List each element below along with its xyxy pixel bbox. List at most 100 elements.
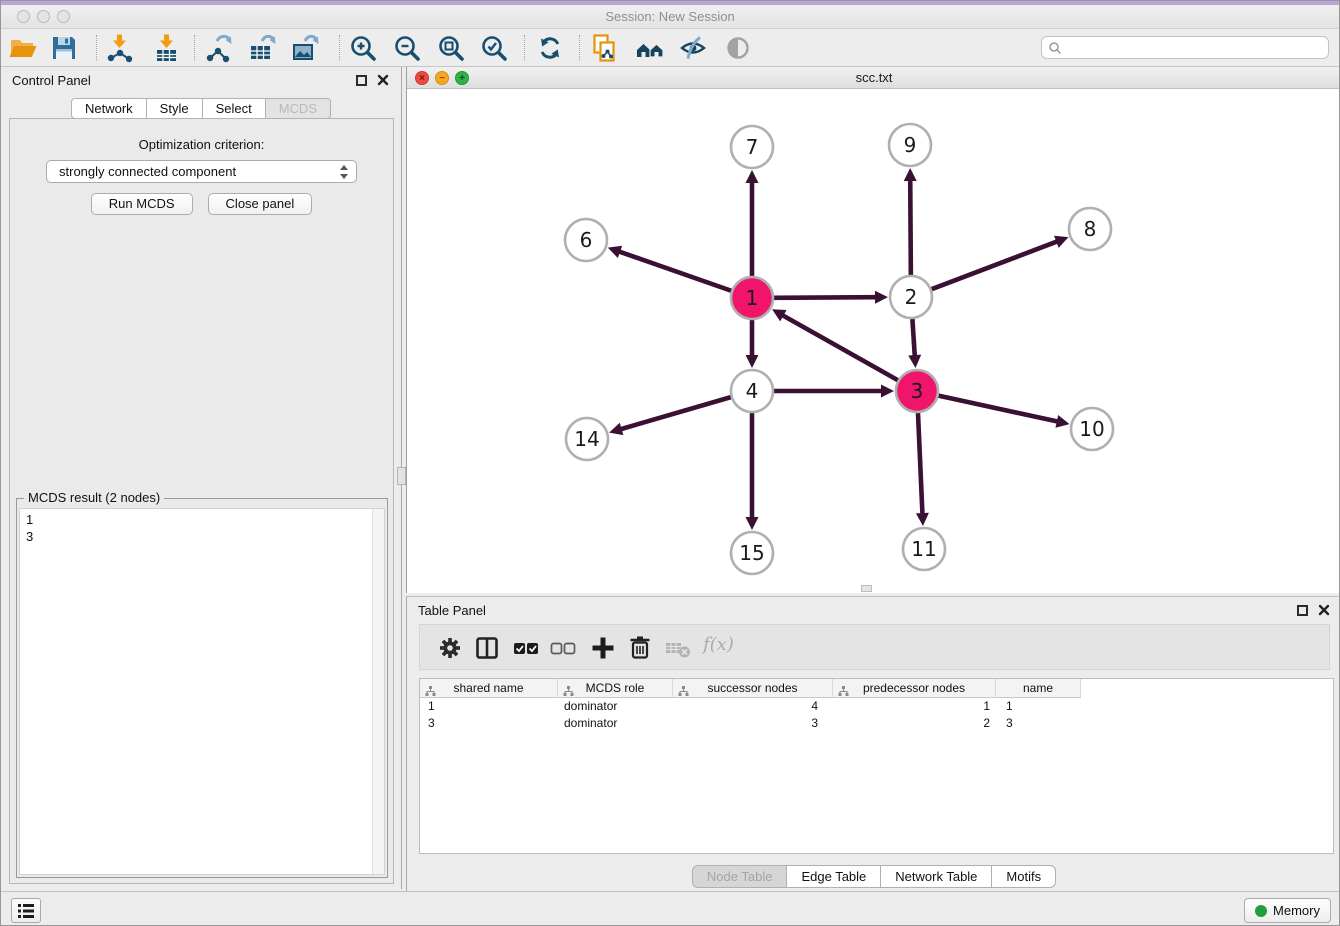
memory-button[interactable]: Memory	[1244, 898, 1331, 923]
zoom-window-button[interactable]	[57, 10, 70, 23]
tab-motifs[interactable]: Motifs	[991, 865, 1056, 888]
tab-node-table[interactable]: Node Table	[692, 865, 788, 888]
graph-node-6[interactable]: 6	[565, 219, 607, 261]
network-close-button[interactable]: ×	[415, 71, 429, 85]
task-history-button[interactable]	[11, 898, 41, 923]
graph-edge-2-8[interactable]	[932, 236, 1069, 289]
graph-edge-2-9[interactable]	[904, 168, 917, 275]
graph-edge-2-3[interactable]	[908, 319, 921, 368]
tab-style[interactable]: Style	[146, 98, 203, 119]
open-session-icon[interactable]	[8, 33, 38, 63]
zoom-in-icon[interactable]	[348, 33, 378, 63]
show-all-icon	[723, 33, 753, 63]
graph-node-3[interactable]: 3	[896, 370, 938, 412]
graph-edge-1-7[interactable]	[746, 170, 759, 276]
graph-node-10[interactable]: 10	[1071, 408, 1113, 450]
close-panel-button[interactable]: Close panel	[208, 193, 313, 215]
graph-edge-3-11[interactable]	[916, 413, 929, 526]
float-panel-icon[interactable]	[356, 75, 367, 86]
table-row[interactable]: 3dominator323	[420, 715, 1333, 732]
control-panel-header: Control Panel	[1, 67, 401, 94]
table-cell[interactable]: 4	[673, 698, 833, 715]
tab-select[interactable]: Select	[202, 98, 266, 119]
table-cell[interactable]: 3	[673, 715, 833, 732]
criterion-dropdown[interactable]: strongly connected component	[46, 160, 357, 183]
graph-node-14[interactable]: 14	[566, 418, 608, 460]
graph-node-11[interactable]: 11	[903, 528, 945, 570]
refresh-icon[interactable]	[535, 33, 565, 63]
column-header-MCDS-role[interactable]: MCDS role	[558, 679, 673, 698]
network-minimize-button[interactable]: −	[435, 71, 449, 85]
table-cell[interactable]: dominator	[558, 715, 673, 732]
table-cell[interactable]: 3	[996, 715, 1081, 732]
tab-network[interactable]: Network	[71, 98, 147, 119]
add-entry-icon[interactable]	[588, 633, 618, 663]
graph-edge-4-3[interactable]	[774, 385, 894, 398]
graph-node-2[interactable]: 2	[890, 276, 932, 318]
graph-node-9[interactable]: 9	[889, 124, 931, 166]
first-neighbors-icon[interactable]	[635, 33, 665, 63]
column-header-successor-nodes[interactable]: successor nodes	[673, 679, 833, 698]
zoom-out-icon[interactable]	[392, 33, 422, 63]
import-network-icon[interactable]	[104, 33, 134, 63]
close-panel-icon[interactable]	[1318, 604, 1330, 616]
zoom-selected-icon[interactable]	[479, 33, 509, 63]
import-table-icon[interactable]	[151, 33, 181, 63]
column-header-name[interactable]: name	[996, 679, 1081, 698]
search-input[interactable]	[1062, 39, 1328, 57]
deselect-all-icon[interactable]	[548, 633, 578, 663]
network-canvas[interactable]: 7 9 6 8 1 2 4 3 14 10 15 11	[407, 89, 1340, 593]
search-box[interactable]	[1041, 36, 1329, 59]
graph-node-8[interactable]: 8	[1069, 208, 1111, 250]
hide-selected-icon[interactable]	[678, 33, 708, 63]
table-cell[interactable]: 1	[833, 698, 996, 715]
table-cell[interactable]: 1	[420, 698, 558, 715]
graph-edge-3-1[interactable]	[772, 309, 898, 380]
table-panel-tabs: Node TableEdge TableNetwork TableMotifs	[407, 865, 1340, 888]
select-all-icon[interactable]	[511, 633, 541, 663]
column-settings-icon[interactable]	[435, 633, 465, 663]
column-header-shared-name[interactable]: shared name	[420, 679, 558, 698]
new-network-from-selection-icon[interactable]	[590, 33, 620, 63]
table-cell[interactable]: 3	[420, 715, 558, 732]
export-network-icon[interactable]	[204, 33, 234, 63]
header-filler	[1081, 679, 1333, 698]
graph-node-1[interactable]: 1	[731, 277, 773, 319]
graph-edge-4-14[interactable]	[609, 397, 731, 435]
column-label: predecessor nodes	[863, 681, 965, 695]
graph-node-15[interactable]: 15	[731, 532, 773, 574]
save-session-icon[interactable]	[49, 33, 79, 63]
close-window-button[interactable]	[17, 10, 30, 23]
result-scrollbar[interactable]	[372, 509, 384, 874]
graph-node-7[interactable]: 7	[731, 126, 773, 168]
table-cell[interactable]: 2	[833, 715, 996, 732]
graph-edge-1-6[interactable]	[608, 246, 732, 291]
table-cell[interactable]: 1	[996, 698, 1081, 715]
tab-network-table[interactable]: Network Table	[880, 865, 992, 888]
network-maximize-button[interactable]: +	[455, 71, 469, 85]
tab-edge-table[interactable]: Edge Table	[786, 865, 881, 888]
hierarchy-icon	[838, 683, 849, 701]
table-cell[interactable]: dominator	[558, 698, 673, 715]
close-panel-icon[interactable]	[377, 74, 389, 86]
graph-edge-3-10[interactable]	[938, 396, 1069, 428]
tab-mcds[interactable]: MCDS	[265, 98, 331, 119]
column-header-predecessor-nodes[interactable]: predecessor nodes	[833, 679, 996, 698]
mcds-result-area[interactable]: 1 3	[19, 508, 385, 875]
table-row[interactable]: 1dominator411	[420, 698, 1333, 715]
run-mcds-button[interactable]: Run MCDS	[91, 193, 193, 215]
graph-edge-4-15[interactable]	[746, 413, 759, 530]
graph-edge-1-2[interactable]	[774, 291, 888, 304]
export-table-icon[interactable]	[248, 33, 278, 63]
graph-edge-1-4[interactable]	[746, 320, 759, 368]
vertical-splitter-handle[interactable]	[397, 467, 406, 485]
float-panel-icon[interactable]	[1297, 605, 1308, 616]
horizontal-splitter-handle[interactable]	[861, 585, 872, 592]
delete-entry-icon[interactable]	[625, 633, 655, 663]
split-columns-icon[interactable]	[472, 633, 502, 663]
export-image-icon[interactable]	[291, 33, 321, 63]
zoom-fit-icon[interactable]	[436, 33, 466, 63]
graph-node-4[interactable]: 4	[731, 370, 773, 412]
minimize-window-button[interactable]	[37, 10, 50, 23]
network-window-titlebar[interactable]: × − + scc.txt	[407, 67, 1340, 89]
